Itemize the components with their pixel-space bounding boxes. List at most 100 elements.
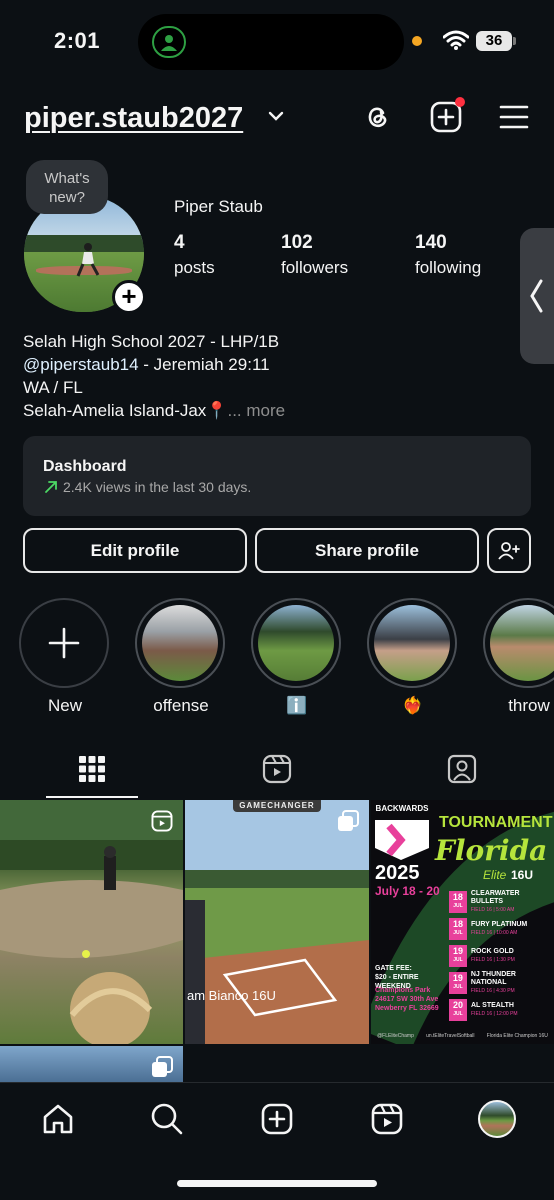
nav-profile[interactable] (477, 1099, 517, 1139)
flyer-dates: July 18 - 20 (375, 884, 440, 898)
flyer-brand: Florida (435, 834, 548, 867)
schedule-info: FIELD 16 | 10:00 AM (471, 929, 518, 936)
stat-value: 4 (174, 232, 185, 253)
notification-dot (455, 97, 465, 107)
grid-icon (79, 756, 105, 782)
discover-people-button[interactable] (487, 528, 531, 573)
home-icon (43, 1104, 73, 1134)
highlight-heart[interactable]: ❤️‍🔥 (367, 598, 459, 716)
tab-posts-grid[interactable] (0, 740, 184, 798)
side-panel-tab[interactable] (520, 228, 554, 364)
highlight-throw[interactable]: throw (483, 598, 554, 716)
note-bubble[interactable]: What's new? (26, 160, 108, 214)
bio-text: - Jeremiah 29:11 (138, 355, 270, 374)
schedule-team: AL STEALTH (471, 1001, 514, 1009)
mention-link[interactable]: @piperstaub14 (23, 355, 139, 374)
pin-emoji: 📍 (206, 401, 228, 420)
stat-following[interactable]: 140 following (415, 232, 481, 278)
gamechanger-watermark: GAMECHANGER (233, 800, 321, 812)
dynamic-island (138, 14, 404, 70)
nav-home[interactable] (38, 1099, 78, 1139)
profile-avatar-small (478, 1100, 516, 1138)
mic-indicator-icon (412, 36, 422, 46)
carousel-icon (151, 1056, 173, 1082)
flyer-elite: Elite (483, 868, 507, 882)
dashboard-card[interactable]: Dashboard 2.4K views in the last 30 days… (23, 436, 531, 516)
tab-tagged[interactable] (370, 740, 554, 798)
search-icon (151, 1103, 183, 1135)
dashboard-title: Dashboard (43, 458, 127, 475)
schedule-month: JUL (453, 902, 463, 909)
bio-line: @piperstaub14 - Jeremiah 29:11 (23, 353, 285, 376)
highlight-label: ❤️‍🔥 (402, 696, 424, 715)
bio: Selah High School 2027 - LHP/1B @piperst… (23, 330, 285, 422)
post-caption: am Bianco 16U (187, 988, 276, 1003)
schedule-info: FIELD 16 | 4:30 PM (470, 987, 515, 994)
username[interactable]: piper.staub2027 (24, 102, 243, 135)
schedule-row: 19 JUL ROCK GOLD FIELD 16 | 1:30 PM (449, 942, 553, 969)
nav-create[interactable] (257, 1099, 297, 1139)
tagged-icon (447, 754, 477, 784)
reels-icon (371, 1103, 403, 1135)
add-person-icon (498, 541, 520, 560)
menu-icon[interactable] (497, 100, 531, 134)
schedule-row: 19 JUL NJ THUNDER NATIONAL FIELD 16 | 4:… (449, 969, 553, 996)
schedule-day: 19 (452, 972, 463, 983)
highlight-info[interactable]: ℹ️ (251, 598, 343, 716)
stat-label: posts (174, 258, 215, 277)
flyer-footer-item: un.tEliteTravelSoftball (426, 1033, 475, 1039)
schedule-month: JUL (453, 956, 463, 963)
add-story-icon[interactable]: + (112, 280, 146, 314)
dashboard-views: 2.4K views in the last 30 days. (63, 479, 252, 495)
call-activity-icon (152, 26, 186, 58)
schedule-day: 20 (452, 999, 463, 1010)
highlight-label: New (47, 696, 82, 715)
trend-up-icon (45, 481, 57, 493)
add-icon (261, 1103, 293, 1135)
schedule-info: FIELD 16 | 5:00 AM (470, 906, 515, 913)
flyer-footer-item: @FLEliteChamp (377, 1033, 414, 1039)
stat-followers[interactable]: 102 followers (281, 232, 348, 278)
battery-level: 36 (476, 31, 512, 51)
flyer-venue-line: Champions Park (375, 987, 431, 994)
flyer-venue-line: Newberry FL 32669 (375, 1005, 439, 1012)
reels-icon (262, 754, 292, 784)
edit-profile-button[interactable]: Edit profile (23, 528, 247, 573)
post-tile[interactable] (0, 800, 183, 1044)
flyer-footer-item: Florida Elite Champion 16U (486, 1033, 548, 1039)
schedule-row: 18 JUL CLEARWATER BULLETS FIELD 16 | 5:0… (449, 888, 553, 915)
carousel-icon (337, 810, 359, 837)
stat-value: 102 (281, 232, 313, 253)
create-post-icon[interactable] (429, 97, 465, 134)
profile-tabs (0, 740, 554, 798)
schedule-day: 19 (452, 945, 463, 956)
nav-reels[interactable] (367, 1099, 407, 1139)
bio-line: Selah High School 2027 - LHP/1B (23, 332, 280, 351)
post-tile[interactable]: GAMECHANGER am Bianco 16U (185, 800, 369, 1044)
dashboard-subtitle: 2.4K views in the last 30 days. (43, 479, 251, 495)
post-tile-tournament-flyer[interactable]: BACKWARDS TOURNAMENT Florida Elite 16U 2… (371, 800, 554, 1044)
schedule-info: FIELD 16 | 1:30 PM (471, 956, 515, 963)
clock: 2:01 (54, 28, 101, 53)
wifi-icon (443, 30, 469, 50)
post-tile[interactable] (0, 1046, 183, 1082)
active-tab-indicator (46, 796, 138, 798)
highlight-label: offense (153, 696, 209, 715)
chevron-left-icon (530, 279, 543, 313)
stat-posts[interactable]: 4 posts (174, 232, 215, 278)
profile-header: piper.staub2027 (0, 96, 554, 144)
nav-search[interactable] (147, 1099, 187, 1139)
share-profile-button[interactable]: Share profile (255, 528, 479, 573)
chevron-down-icon[interactable] (268, 110, 284, 122)
tab-reels[interactable] (185, 740, 369, 798)
highlight-offense[interactable]: offense (135, 598, 227, 716)
more-link[interactable]: ... more (227, 401, 285, 420)
flyer-tag: BACKWARDS (375, 804, 429, 813)
schedule-month: JUL (453, 1010, 463, 1017)
flyer-title: TOURNAMENT (439, 814, 553, 831)
schedule-row: 20 JUL AL STEALTH FIELD 16 | 12:00 PM (449, 996, 553, 1023)
highlight-new[interactable]: New (19, 598, 111, 716)
schedule-day: 18 (452, 918, 463, 929)
threads-icon[interactable] (360, 100, 394, 134)
flyer-schedule: 18 JUL CLEARWATER BULLETS FIELD 16 | 5:0… (449, 888, 553, 1023)
